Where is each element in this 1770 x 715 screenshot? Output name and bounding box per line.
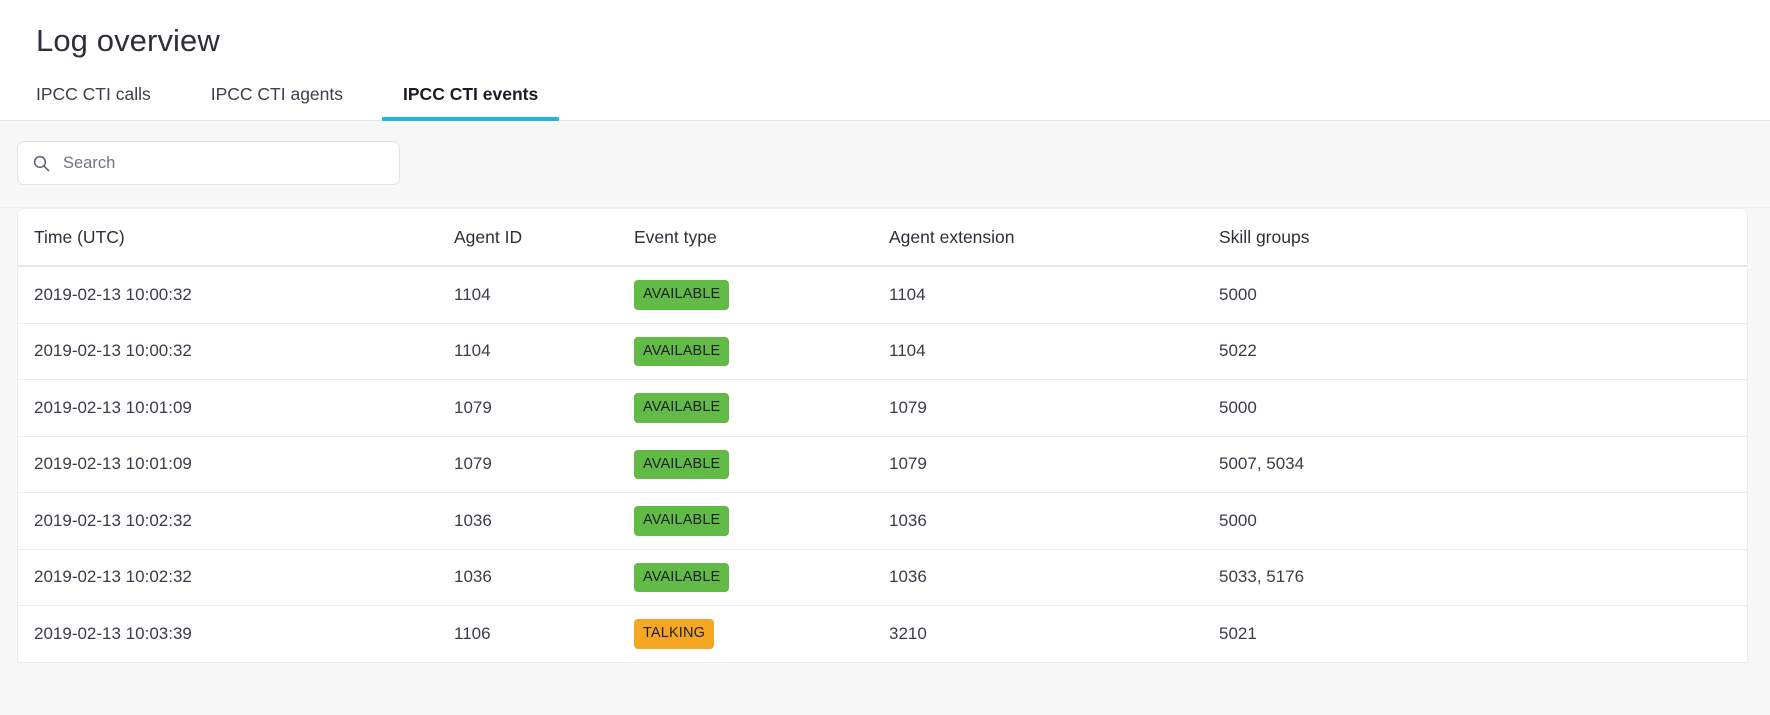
search-box[interactable]	[17, 141, 400, 186]
cell-skill-groups: 5000	[1219, 379, 1747, 437]
cell-event-type: AVAILABLE	[634, 492, 889, 550]
tab-ipcc-cti-events[interactable]: IPCC CTI events	[381, 85, 560, 121]
table-row[interactable]: 2019-02-13 10:01:09 1079 AVAILABLE 1079 5000	[18, 379, 1747, 437]
table-row[interactable]: 2019-02-13 10:02:32 1036 AVAILABLE 1036 5033…	[18, 549, 1747, 607]
status-badge: AVAILABLE	[634, 562, 730, 593]
cell-event-type: TALKING	[634, 605, 889, 663]
cell-skill-groups: 5021	[1219, 605, 1747, 663]
tab-ipcc-cti-agents[interactable]: IPCC CTI agents	[211, 85, 343, 121]
table-row[interactable]: 2019-02-13 10:00:32 1104 AVAILABLE 1104 5022	[18, 323, 1747, 381]
column-header-skill-groups[interactable]: Skill groups	[1219, 209, 1747, 268]
cell-agent-extension: 1104	[889, 266, 1219, 324]
column-header-agent-extension[interactable]: Agent extension	[889, 209, 1219, 268]
tab-bar: IPCC CTI calls IPCC CTI agents IPCC CTI ev…	[0, 59, 1770, 122]
cell-event-type: AVAILABLE	[634, 549, 889, 607]
cell-event-type: AVAILABLE	[634, 323, 889, 381]
cell-time: 2019-02-13 10:00:32	[18, 266, 454, 324]
cell-agent-extension: 1079	[889, 379, 1219, 437]
cell-agent-id: 1079	[454, 436, 634, 494]
cell-agent-id: 1104	[454, 266, 634, 324]
cell-agent-id: 1106	[454, 605, 634, 663]
status-badge: AVAILABLE	[634, 506, 730, 536]
cell-agent-id: 1036	[454, 492, 634, 550]
status-badge: AVAILABLE	[634, 336, 730, 367]
column-header-event-type[interactable]: Event type	[634, 209, 889, 268]
table-container: Time (UTC) Agent ID Event type Agent extens…	[0, 208, 1770, 715]
status-badge: AVAILABLE	[634, 449, 730, 480]
cell-event-type: AVAILABLE	[634, 266, 889, 324]
page-title: Log overview	[36, 23, 220, 58]
cell-skill-groups: 5007, 5034	[1219, 436, 1747, 494]
cell-agent-extension: 1036	[889, 492, 1219, 550]
cell-skill-groups: 5000	[1219, 266, 1747, 324]
status-badge: TALKING	[634, 619, 715, 649]
cell-skill-groups: 5033, 5176	[1219, 549, 1747, 607]
table-row[interactable]: 2019-02-13 10:03:39 1106 TALKING 3210 5021	[18, 605, 1747, 663]
log-events-table: Time (UTC) Agent ID Event type Agent extens…	[18, 209, 1747, 663]
table-row[interactable]: 2019-02-13 10:00:32 1104 AVAILABLE 1104 5000	[18, 266, 1747, 324]
cell-agent-extension: 1104	[889, 323, 1219, 381]
cell-time: 2019-02-13 10:03:39	[18, 605, 454, 663]
status-badge: AVAILABLE	[634, 280, 730, 310]
table-row[interactable]: 2019-02-13 10:01:09 1079 AVAILABLE 1079 5007…	[18, 436, 1747, 494]
log-overview-page: Log overview IPCC CTI calls IPCC CTI agen…	[0, 0, 1770, 715]
table-header-row: Time (UTC) Agent ID Event type Agent extens…	[18, 209, 1747, 268]
cell-time: 2019-02-13 10:02:32	[18, 549, 454, 607]
table-row[interactable]: 2019-02-13 10:02:32 1036 AVAILABLE 1036 5000	[18, 492, 1747, 550]
cell-agent-extension: 1079	[889, 436, 1219, 494]
table-toolbar	[0, 121, 1770, 209]
table-body: 2019-02-13 10:00:32 1104 AVAILABLE 1104 5000…	[18, 266, 1747, 663]
table-card: Time (UTC) Agent ID Event type Agent extens…	[17, 208, 1748, 663]
cell-agent-extension: 1036	[889, 549, 1219, 607]
cell-event-type: AVAILABLE	[634, 379, 889, 437]
column-header-agent-id[interactable]: Agent ID	[454, 209, 634, 268]
cell-time: 2019-02-13 10:02:32	[18, 492, 454, 550]
page-header: Log overview	[0, 0, 1770, 60]
status-badge: AVAILABLE	[634, 393, 730, 423]
cell-event-type: AVAILABLE	[634, 436, 889, 494]
cell-skill-groups: 5000	[1219, 492, 1747, 550]
cell-skill-groups: 5022	[1219, 323, 1747, 381]
column-header-time-utc[interactable]: Time (UTC)	[18, 209, 454, 268]
cell-agent-id: 1036	[454, 549, 634, 607]
tab-ipcc-cti-calls[interactable]: IPCC CTI calls	[36, 85, 151, 121]
search-icon	[32, 154, 51, 173]
cell-time: 2019-02-13 10:00:32	[18, 323, 454, 381]
cell-agent-id: 1079	[454, 379, 634, 437]
table-head: Time (UTC) Agent ID Event type Agent extens…	[18, 209, 1747, 268]
cell-time: 2019-02-13 10:01:09	[18, 379, 454, 437]
cell-time: 2019-02-13 10:01:09	[18, 436, 454, 494]
cell-agent-id: 1104	[454, 323, 634, 381]
cell-agent-extension: 3210	[889, 605, 1219, 663]
search-input[interactable]	[63, 142, 387, 185]
